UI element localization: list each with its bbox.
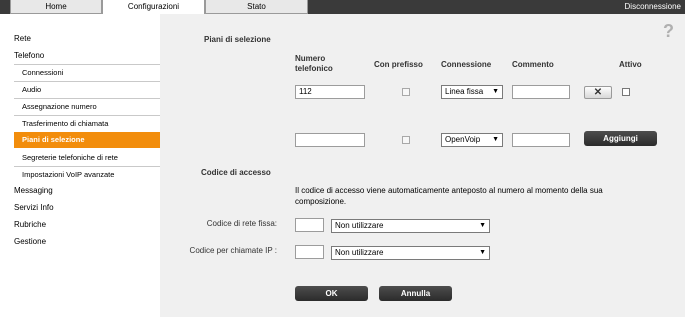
- new-number-input[interactable]: [295, 133, 365, 147]
- ip-code-select-value: Non utilizzare: [335, 248, 384, 257]
- dropdown-arrow-icon: ▼: [492, 88, 499, 95]
- sidebar-item-telefono[interactable]: Telefono: [0, 48, 160, 63]
- section-title-access-code: Codice di accesso: [201, 168, 271, 177]
- dial-plan-number-input[interactable]: 112: [295, 85, 365, 99]
- top-bar: Home Configurazioni Stato Disconnessione: [0, 0, 685, 15]
- column-header-number: Numero telefonico: [295, 54, 333, 73]
- tab-stato[interactable]: Stato: [205, 0, 308, 14]
- sidebar-item-rete[interactable]: Rete: [0, 31, 160, 46]
- landline-code-label: Codice di rete fissa:: [206, 219, 277, 228]
- sidebar-item-segreterie-telefoniche[interactable]: Segreterie telefoniche di rete: [0, 150, 160, 165]
- content-panel: ? Piani di selezione Numero telefonico C…: [160, 14, 685, 317]
- sidebar-item-assegnazione-numero[interactable]: Assegnazione numero: [0, 99, 160, 114]
- sidebar-item-impostazioni-voip[interactable]: Impostazioni VoIP avanzate: [0, 167, 160, 182]
- access-code-description: Il codice di accesso viene automaticamen…: [295, 186, 603, 206]
- active-checkbox[interactable]: [622, 88, 630, 96]
- cancel-button[interactable]: Annulla: [379, 286, 452, 301]
- connection-select[interactable]: Linea fissa ▼: [441, 85, 503, 99]
- connection-select-value: Linea fissa: [445, 87, 484, 96]
- dropdown-arrow-icon: ▼: [479, 222, 486, 229]
- section-title-dial-plans: Piani di selezione: [204, 35, 271, 44]
- column-header-prefix: Con prefisso: [374, 60, 423, 69]
- ip-code-select[interactable]: Non utilizzare ▼: [331, 246, 490, 260]
- sidebar: Rete Telefono Connessioni Audio Assegnaz…: [0, 14, 160, 317]
- add-button[interactable]: Aggiungi: [584, 131, 657, 146]
- dropdown-arrow-icon: ▼: [492, 136, 499, 143]
- sidebar-item-servizi-info[interactable]: Servizi Info: [0, 200, 160, 215]
- help-icon[interactable]: ?: [663, 22, 677, 40]
- ip-code-input[interactable]: [295, 245, 324, 259]
- landline-code-input[interactable]: [295, 218, 324, 232]
- column-header-connection: Connessione: [441, 60, 492, 69]
- landline-code-select-value: Non utilizzare: [335, 221, 384, 230]
- tab-configurazioni[interactable]: Configurazioni: [102, 0, 205, 15]
- new-prefix-checkbox[interactable]: [402, 136, 410, 144]
- sidebar-item-piani-di-selezione[interactable]: Piani di selezione: [14, 132, 160, 148]
- sidebar-item-rubriche[interactable]: Rubriche: [0, 217, 160, 232]
- logout-link[interactable]: Disconnessione: [625, 0, 681, 13]
- tab-home[interactable]: Home: [10, 0, 102, 14]
- column-header-comment: Commento: [512, 60, 554, 69]
- close-icon: ✕: [593, 87, 603, 98]
- ok-button[interactable]: OK: [295, 286, 368, 301]
- sidebar-item-connessioni[interactable]: Connessioni: [0, 65, 160, 80]
- prefix-checkbox[interactable]: [402, 88, 410, 96]
- new-connection-select[interactable]: OpenVoip ▼: [441, 133, 503, 147]
- sidebar-item-trasferimento-chiamata[interactable]: Trasferimento di chiamata: [0, 116, 160, 131]
- new-connection-select-value: OpenVoip: [445, 135, 481, 144]
- sidebar-item-gestione[interactable]: Gestione: [0, 234, 160, 249]
- sidebar-item-audio[interactable]: Audio: [0, 82, 160, 97]
- new-comment-input[interactable]: [512, 133, 570, 147]
- landline-code-select[interactable]: Non utilizzare ▼: [331, 219, 490, 233]
- sidebar-item-messaging[interactable]: Messaging: [0, 183, 160, 198]
- dropdown-arrow-icon: ▼: [479, 249, 486, 256]
- column-header-active: Attivo: [619, 60, 642, 69]
- ip-code-label: Codice per chiamate IP :: [189, 246, 277, 255]
- delete-button[interactable]: ✕: [584, 86, 612, 99]
- comment-input[interactable]: [512, 85, 570, 99]
